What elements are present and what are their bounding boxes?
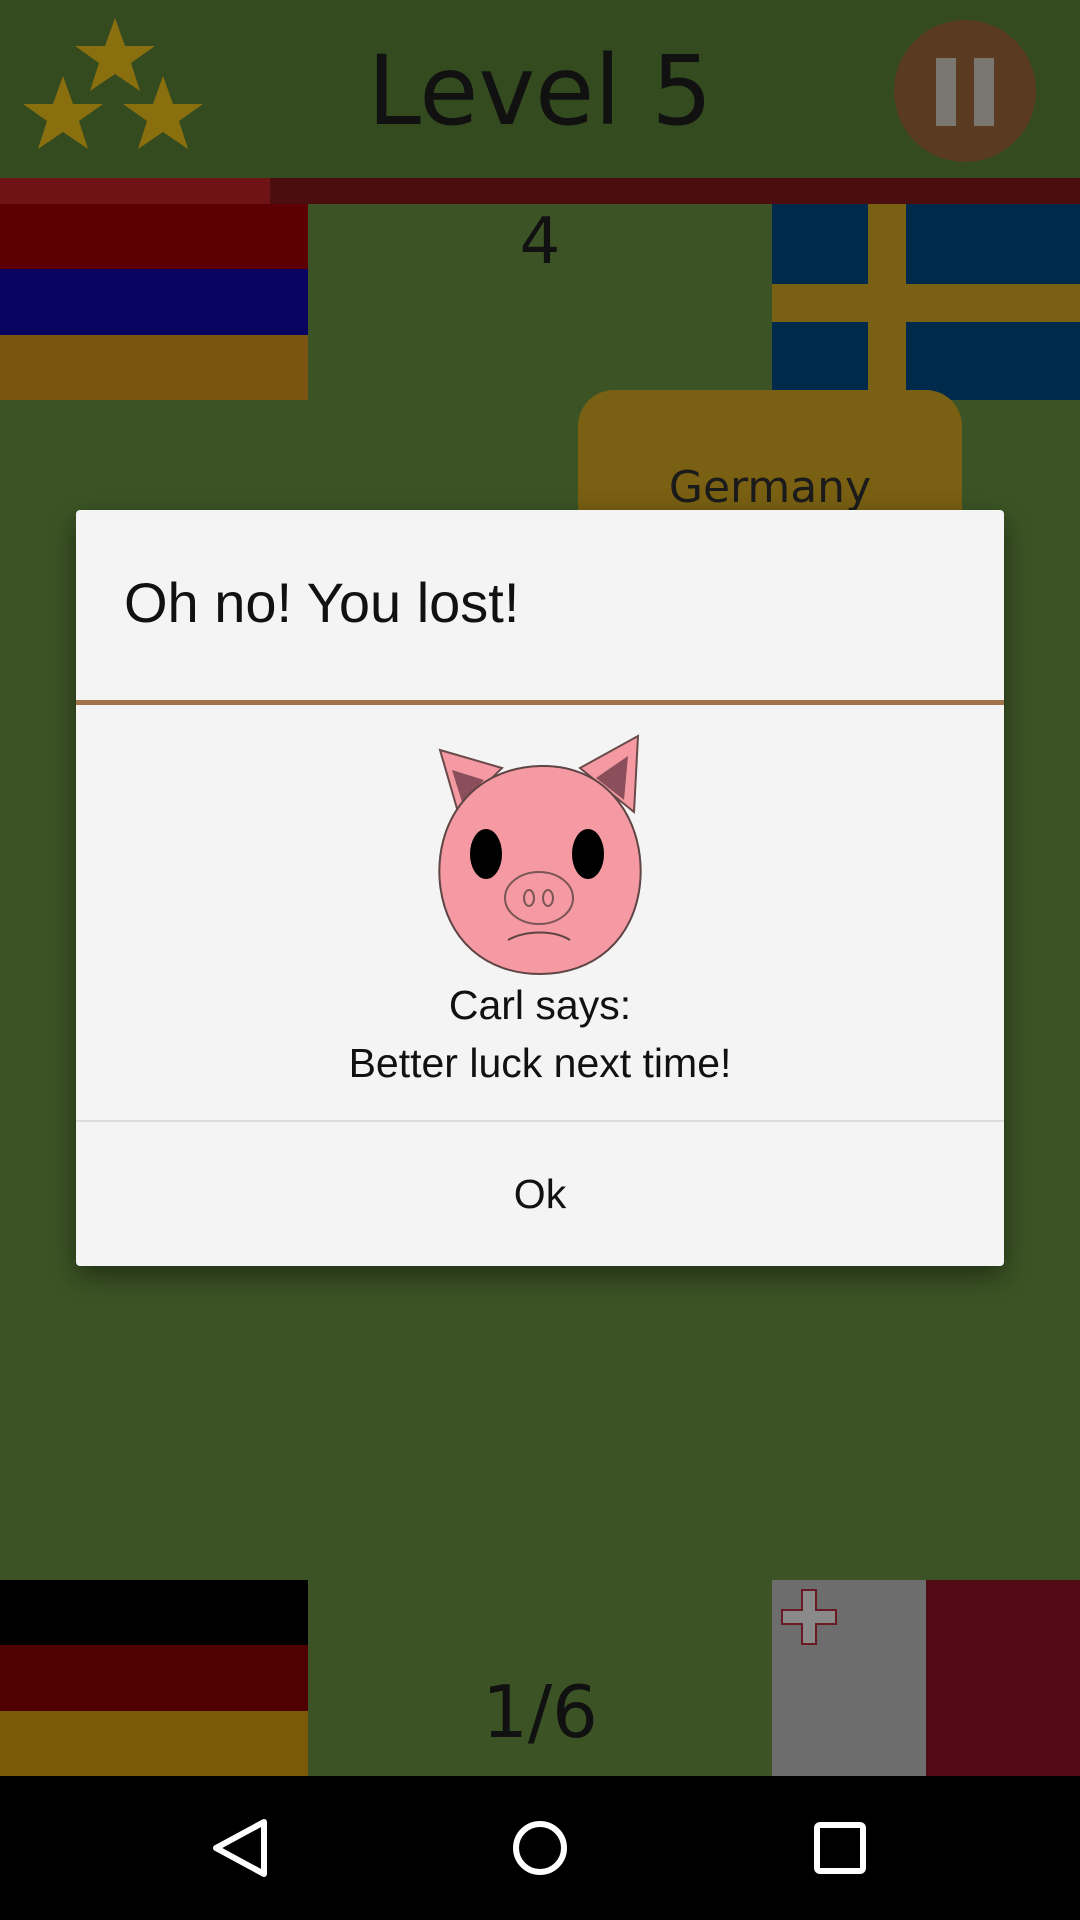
flag-germany[interactable] — [0, 1580, 308, 1776]
mascot-name: Carl says: — [448, 982, 632, 1028]
home-circle-icon[interactable] — [492, 1800, 588, 1896]
dialog-message: Better luck next time! — [348, 1040, 732, 1086]
sad-pig-icon — [438, 734, 642, 976]
flag-malta[interactable] — [772, 1580, 1080, 1776]
dialog-divider — [76, 700, 1004, 705]
george-cross-icon — [781, 1589, 837, 1645]
game-over-dialog: Oh no! You lost! Carl says: Better luck … — [76, 510, 1004, 1266]
recents-square-icon[interactable] — [792, 1800, 888, 1896]
score-counter: 4 — [519, 205, 561, 279]
answer-label: Germany — [668, 462, 872, 513]
back-triangle-icon[interactable] — [194, 1800, 290, 1896]
dialog-title: Oh no! You lost! — [124, 571, 520, 634]
ok-button[interactable]: Ok — [76, 1122, 1004, 1266]
flag-armenia[interactable] — [0, 204, 308, 400]
progress-counter: 1/6 — [482, 1670, 598, 1754]
timer-bar-fill — [0, 178, 270, 204]
system-nav-bar — [0, 1776, 1080, 1920]
pause-button[interactable] — [894, 20, 1036, 162]
pause-icon — [936, 58, 956, 126]
flag-sweden[interactable] — [772, 204, 1080, 400]
